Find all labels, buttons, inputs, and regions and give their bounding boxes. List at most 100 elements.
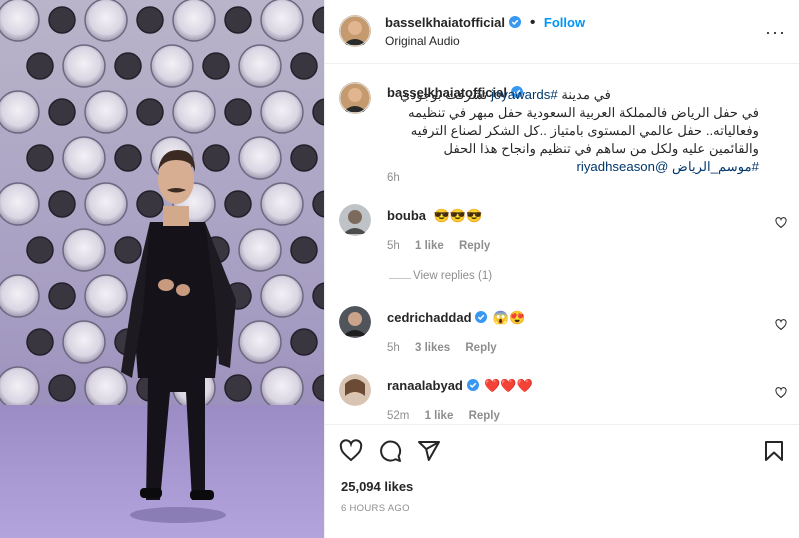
wall-disc <box>0 0 40 42</box>
wall-disc <box>224 374 252 402</box>
share-icon[interactable] <box>417 439 441 463</box>
wall-disc <box>26 52 54 80</box>
author-username[interactable]: basselkhaiatofficial <box>385 15 505 30</box>
comment-like-icon[interactable] <box>775 318 787 331</box>
comment-reply-button[interactable]: Reply <box>459 240 490 252</box>
wall-disc <box>290 236 318 264</box>
wall-disc <box>48 98 76 126</box>
caption-author-avatar[interactable] <box>339 82 371 114</box>
wall-disc <box>290 52 318 80</box>
heart-icon[interactable] <box>339 439 363 463</box>
wall-disc <box>224 6 252 34</box>
wall-disc <box>62 320 106 364</box>
wall-disc <box>48 6 76 34</box>
wall-disc <box>0 274 40 318</box>
comment-text: 😱😍 <box>492 310 526 325</box>
wall-disc <box>62 228 106 272</box>
comment-time[interactable]: 52m <box>387 410 409 422</box>
comment-time[interactable]: 5h <box>387 342 400 354</box>
post-time[interactable]: 6 HOURS AGO <box>341 503 410 514</box>
mention-riyadhseason[interactable]: @riyadhseason <box>577 159 669 174</box>
wall-disc <box>114 236 142 264</box>
wall-disc <box>26 236 54 264</box>
wall-disc <box>114 52 142 80</box>
bookmark-icon[interactable] <box>762 439 786 463</box>
verified-icon <box>509 15 522 28</box>
audio-label[interactable]: Original Audio <box>385 34 460 48</box>
wall-disc <box>0 90 40 134</box>
comment-username[interactable]: ranaalabyad <box>387 378 463 393</box>
wall-disc <box>172 90 216 134</box>
wall-disc <box>136 98 164 126</box>
wall-disc <box>224 98 252 126</box>
caption-time[interactable]: 6h <box>387 172 400 184</box>
caption-text: في مدينة #joyawards تشرفت بوجودي في حفل … <box>387 86 759 176</box>
comment-reply-button[interactable]: Reply <box>469 410 500 422</box>
wall-disc <box>84 366 128 410</box>
wall-disc <box>260 366 304 410</box>
wall-disc <box>136 6 164 34</box>
comment-username[interactable]: bouba <box>387 208 426 223</box>
more-icon[interactable]: ··· <box>765 22 786 43</box>
wall-disc <box>48 282 76 310</box>
likes-count[interactable]: 25,094 likes <box>341 479 413 494</box>
verified-icon <box>475 311 488 323</box>
wall-disc <box>202 144 230 172</box>
comment-likes[interactable]: 1 like <box>415 240 444 252</box>
verified-icon <box>466 379 479 391</box>
wall-disc <box>202 52 230 80</box>
wall-disc <box>62 44 106 88</box>
wall-disc <box>26 328 54 356</box>
comment-likes[interactable]: 3 likes <box>415 342 450 354</box>
comment-time[interactable]: 5h <box>387 240 400 252</box>
comment-text: ❤️❤️❤️ <box>484 378 533 393</box>
post-video[interactable] <box>0 0 324 538</box>
comment-text: 😎😎😎 <box>433 208 483 223</box>
post-details-panel: basselkhaiatofficial • Follow Original A… <box>324 0 799 538</box>
hashtag-riyadh-season[interactable]: #موسم_الرياض <box>672 159 759 174</box>
commenter-avatar[interactable] <box>339 374 371 406</box>
wall-disc <box>238 136 282 180</box>
wall-disc <box>48 190 76 218</box>
wall-disc <box>260 90 304 134</box>
comment-reply-button[interactable]: Reply <box>465 342 496 354</box>
wall-disc <box>290 144 318 172</box>
post-header: basselkhaiatofficial • Follow Original A… <box>325 0 799 64</box>
comment-like-icon[interactable] <box>775 386 787 399</box>
comment-username[interactable]: cedrichaddad <box>387 310 472 325</box>
commenter-avatar[interactable] <box>339 306 371 338</box>
wall-disc <box>136 190 164 218</box>
hashtag-joyawards[interactable]: #joyawards <box>491 87 558 102</box>
comment-likes[interactable]: 1 like <box>425 410 454 422</box>
comment-icon[interactable] <box>378 439 402 463</box>
wall-disc <box>48 374 76 402</box>
wall-disc <box>172 0 216 42</box>
wall-disc <box>260 274 304 318</box>
wall-disc <box>26 144 54 172</box>
wall-disc <box>260 182 304 226</box>
wall-disc <box>290 328 318 356</box>
wall-disc <box>224 190 252 218</box>
instagram-post-window: basselkhaiatofficial • Follow Original A… <box>0 0 799 538</box>
wall-disc <box>238 228 282 272</box>
wall-disc <box>0 182 40 226</box>
wall-disc <box>0 366 40 410</box>
wall-disc <box>84 0 128 42</box>
separator-dot: • <box>529 14 536 31</box>
view-replies-line <box>389 278 411 279</box>
view-replies-button[interactable]: View replies (1) <box>413 270 492 282</box>
wall-disc <box>238 44 282 88</box>
comment-like-icon[interactable] <box>775 216 787 229</box>
wall-disc <box>84 90 128 134</box>
caption-text-part-1: في مدينة <box>557 87 611 102</box>
wall-disc <box>260 0 304 42</box>
video-frame <box>0 0 324 538</box>
wall-disc <box>84 274 128 318</box>
wall-disc <box>114 144 142 172</box>
wall-disc <box>150 44 194 88</box>
follow-button[interactable]: Follow <box>544 15 585 30</box>
commenter-avatar[interactable] <box>339 204 371 236</box>
author-avatar[interactable] <box>339 15 371 47</box>
wall-disc <box>238 320 282 364</box>
wall-disc <box>62 136 106 180</box>
